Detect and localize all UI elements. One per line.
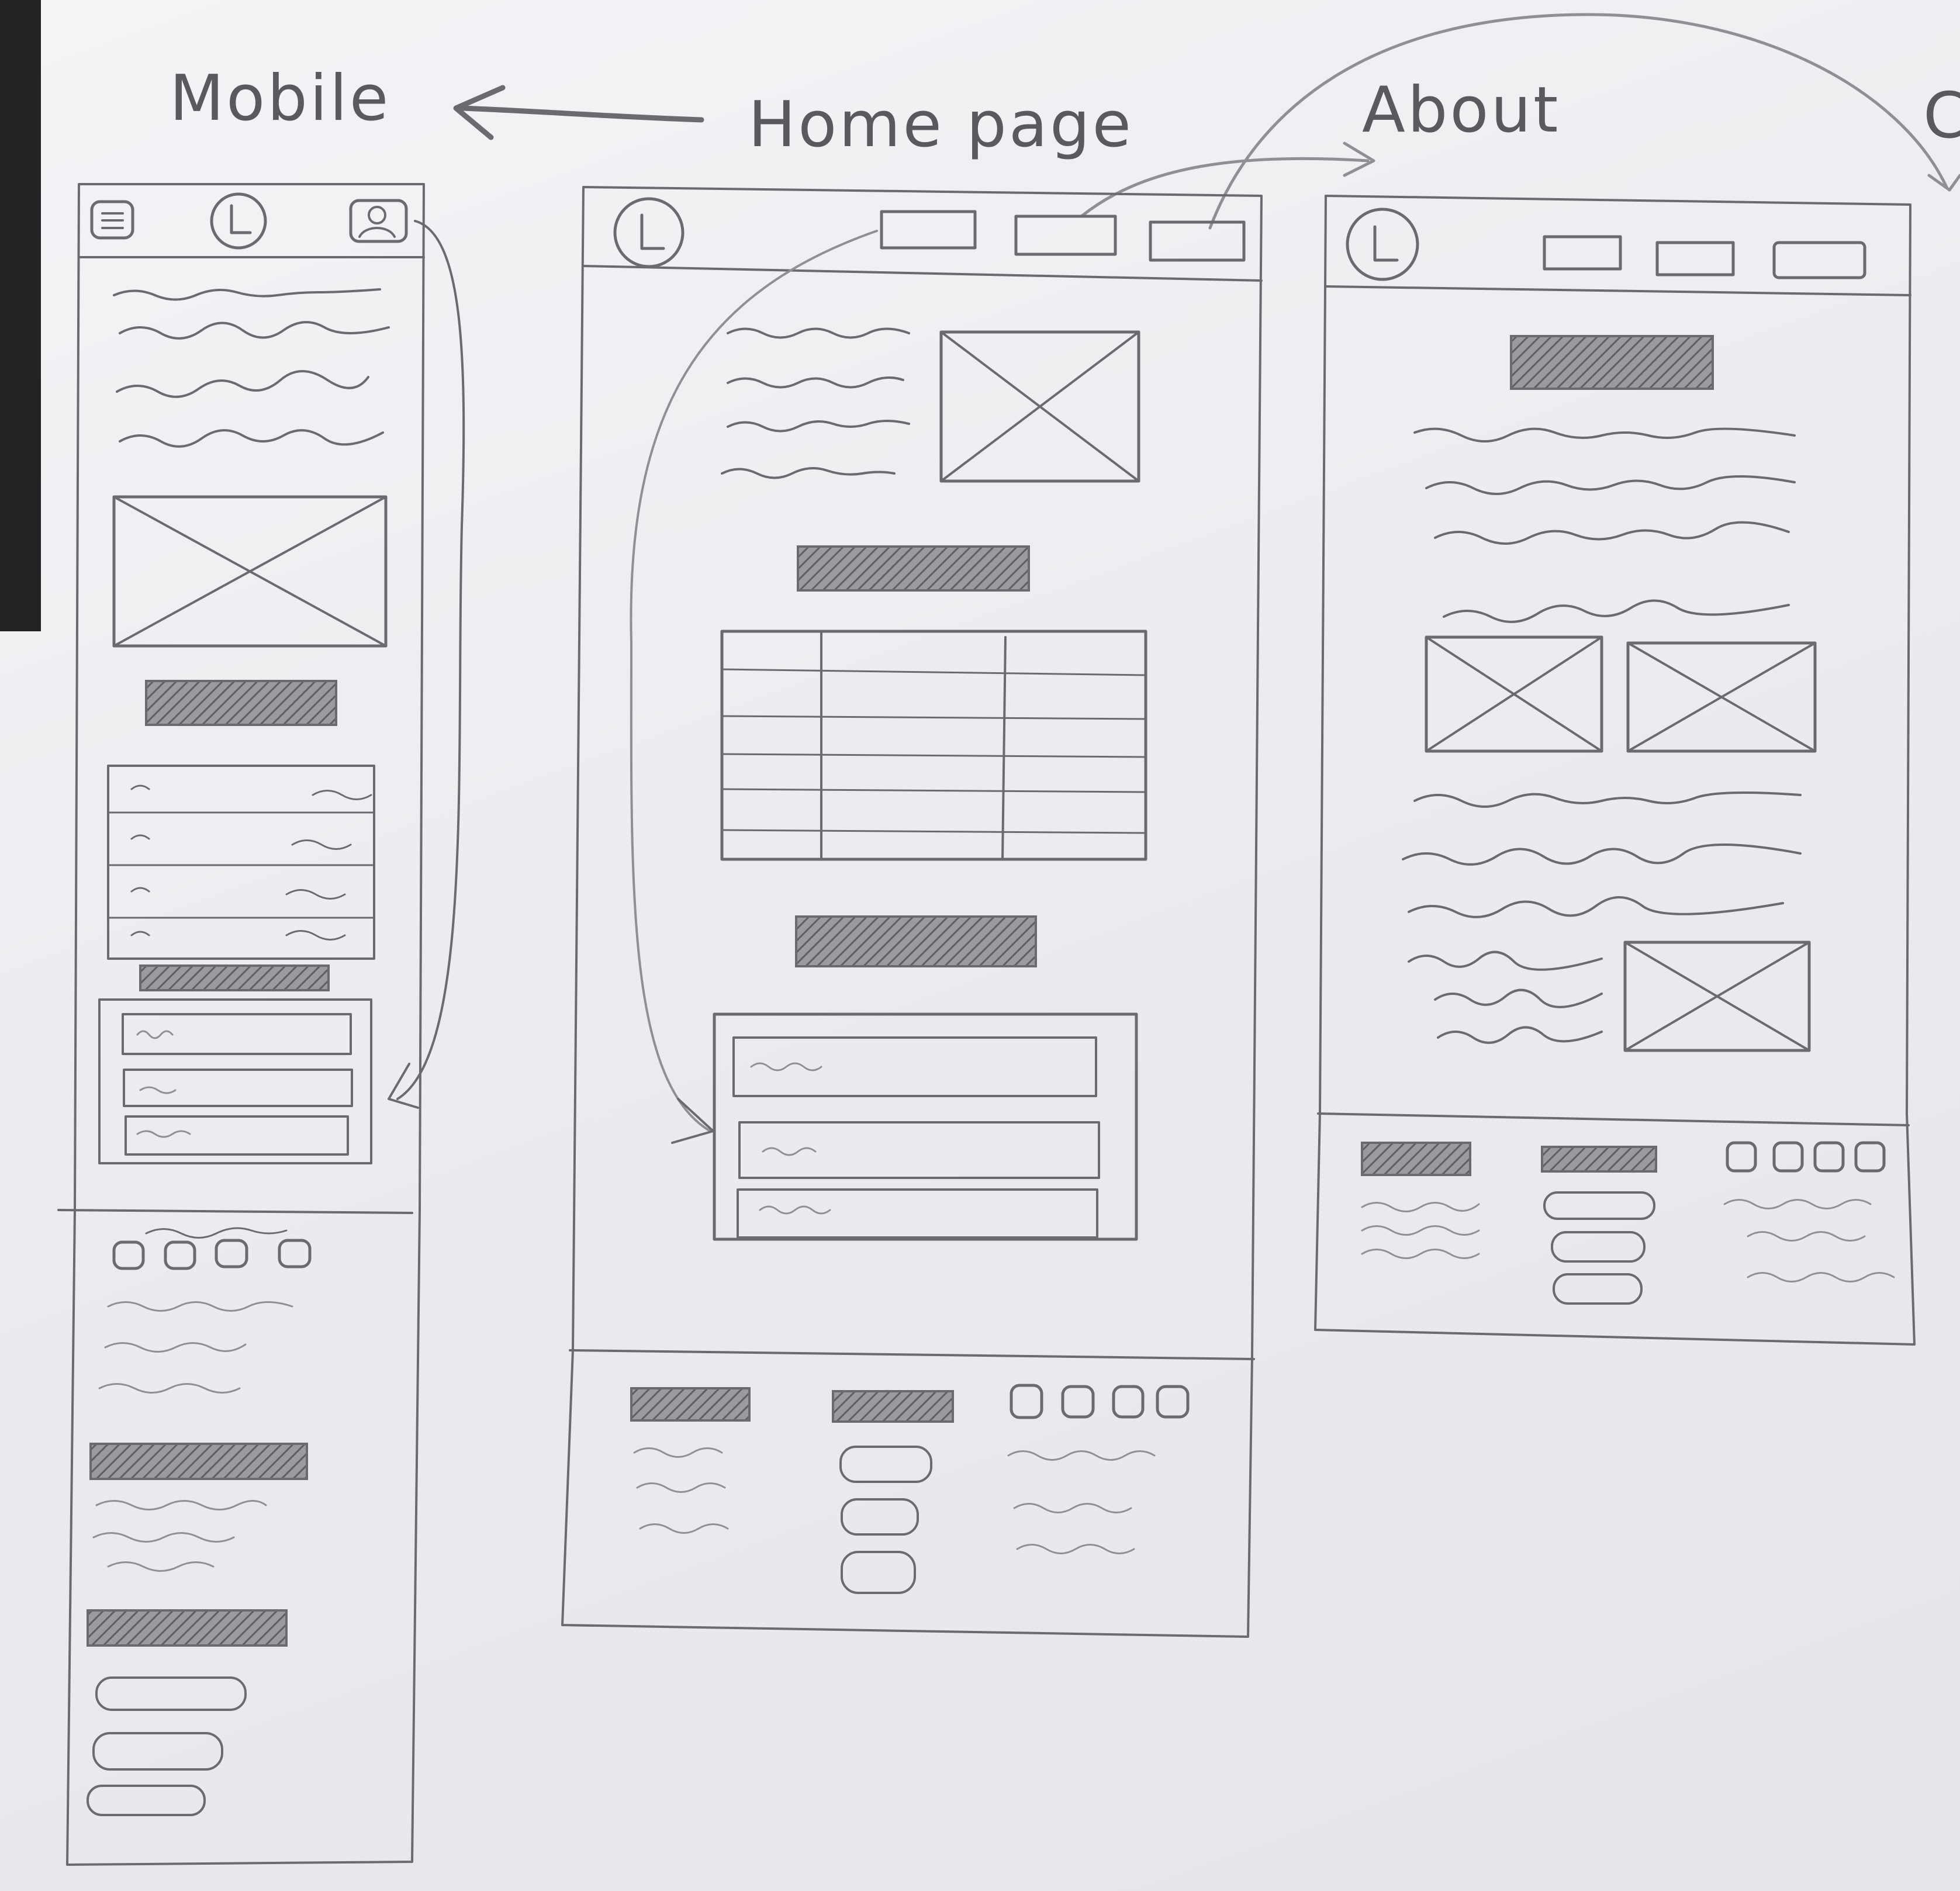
mobile-wireframe [57,183,465,1866]
cut-off-label: C [1923,79,1960,153]
about-wireframe [1314,195,1916,1346]
heading-bar [89,1443,308,1480]
wireframe-sketch: Mobile Home page About C [57,13,1960,1866]
logo-icon [1346,208,1419,281]
image-placeholder [1626,641,1817,753]
nav-button [1543,235,1622,271]
form-3-fields [713,1012,1138,1241]
heading-bar [139,964,330,991]
logo-icon [613,197,685,268]
heading-bar [1361,1142,1471,1176]
image-placeholder [1425,635,1603,753]
logo-icon [210,192,267,250]
footer [87,1227,312,1816]
home-page-label: Home page [748,88,1133,161]
user-profile-icon [349,199,408,243]
nav-button [1014,215,1117,256]
image-placeholder [1623,941,1811,1052]
mobile-label: Mobile [170,62,390,135]
nav-button [1149,220,1246,262]
image-placeholder [112,495,388,648]
footer [1361,1141,1895,1305]
arrow-profile-to-form [388,220,465,1109]
arrow-nav-to-next-page [1208,13,1960,230]
heading-bar [630,1387,751,1422]
list-table [107,765,375,960]
arrow-nav-to-form [630,230,878,1144]
heading-bar [832,1390,954,1423]
heading-bar [1510,335,1714,390]
heading-bar [1541,1146,1657,1173]
nav-button [1772,241,1866,279]
hamburger-menu-icon [90,200,134,240]
image-placeholder [939,330,1140,483]
arrow-home-to-mobile [453,85,704,140]
table [720,630,1147,861]
nav-button [880,210,977,250]
footer [630,1384,1190,1594]
form-3-fields [98,998,372,1164]
heading-bar [145,680,337,726]
home-page-wireframe [561,186,1263,1638]
heading-bar [87,1609,288,1647]
heading-bar [795,915,1037,967]
heading-bar [797,545,1030,592]
about-label: About [1362,74,1560,147]
nav-button [1655,241,1735,276]
